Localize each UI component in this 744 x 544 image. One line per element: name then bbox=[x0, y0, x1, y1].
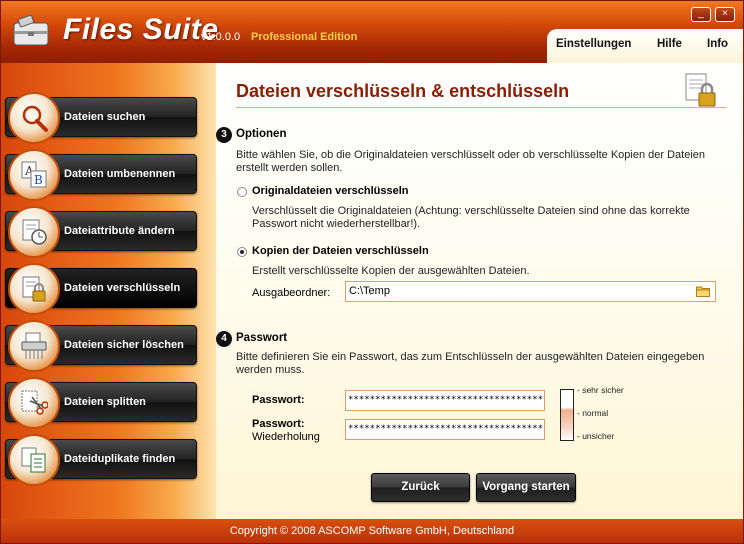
sidebar-item-dateien-verschluesseln[interactable]: Dateien verschlüsseln bbox=[5, 263, 197, 315]
status-footer: Copyright © 2008 ASCOMP Software GmbH, D… bbox=[1, 519, 743, 543]
sidebar-item-dateiduplikate-finden[interactable]: Dateiduplikate finden bbox=[5, 434, 197, 486]
password-repeat-label: Passwort: bbox=[252, 418, 305, 430]
step-number-badge: 3 bbox=[216, 127, 232, 143]
scissors-document-icon bbox=[8, 377, 60, 429]
copyright-text: Copyright © 2008 ASCOMP Software GmbH, D… bbox=[229, 525, 515, 537]
main-panel: Dateien verschlüsseln & entschlüsseln 3 … bbox=[216, 63, 743, 519]
strength-label-low: - unsicher bbox=[577, 431, 615, 441]
minimize-button[interactable]: _ bbox=[691, 7, 711, 22]
password-description: Bitte definieren Sie ein Passwort, das z… bbox=[236, 351, 705, 376]
radio-kopien-description: Erstellt verschlüsselte Kopien der ausge… bbox=[252, 265, 530, 277]
sidebar-item-label: Dateien sicher löschen bbox=[64, 339, 184, 351]
app-edition: Professional Edition bbox=[251, 31, 358, 43]
page-title: Dateien verschlüsseln & entschlüsseln bbox=[236, 81, 570, 101]
radio-originaldateien[interactable] bbox=[237, 187, 247, 197]
duplicate-documents-icon bbox=[8, 434, 60, 486]
sidebar-item-label: Dateiduplikate finden bbox=[64, 453, 176, 465]
password-label: Passwort: bbox=[252, 394, 305, 406]
start-button[interactable]: Vorgang starten bbox=[476, 473, 576, 502]
options-title: Optionen bbox=[236, 128, 287, 140]
radio-kopien-label[interactable]: Kopien der Dateien verschlüsseln bbox=[252, 245, 429, 257]
step-number-badge: 4 bbox=[216, 331, 232, 347]
menu-item-einstellungen[interactable]: Einstellungen bbox=[556, 38, 631, 50]
strength-label-mid: - normal bbox=[577, 408, 609, 418]
rename-ab-icon: AB bbox=[8, 149, 60, 201]
menu-bar: Einstellungen Hilfe Info bbox=[547, 29, 743, 63]
sidebar-item-dateien-suchen[interactable]: Dateien suchen bbox=[5, 92, 197, 144]
sidebar-item-dateiattribute-aendern[interactable]: Dateiattribute ändern bbox=[5, 206, 197, 258]
sidebar-item-label: Dateien umbenennen bbox=[64, 168, 176, 180]
file-attribute-icon bbox=[8, 206, 60, 258]
radio-originaldateien-label[interactable]: Originaldateien verschlüsseln bbox=[252, 185, 409, 197]
application-window: Files Suite v1.0.0.0 Professional Editio… bbox=[0, 0, 744, 544]
sidebar-item-label: Dateien splitten bbox=[64, 396, 146, 408]
password-title: Passwort bbox=[236, 332, 288, 344]
sidebar-item-label: Dateien suchen bbox=[64, 111, 146, 123]
password-repeat-input[interactable]: ****************************************… bbox=[345, 419, 545, 440]
strength-label-high: - sehr sicher bbox=[577, 385, 624, 395]
password-repeat-sublabel: Wiederholung bbox=[252, 431, 320, 443]
output-folder-input[interactable]: C:\Temp bbox=[345, 281, 716, 302]
radio-kopien[interactable] bbox=[237, 247, 247, 257]
password-strength-bar bbox=[560, 389, 574, 441]
radio-originaldateien-description: Verschlüsselt die Originaldateien (Achtu… bbox=[252, 205, 690, 230]
sidebar-item-dateien-sicher-loeschen[interactable]: Dateien sicher löschen bbox=[5, 320, 197, 372]
folder-browse-icon[interactable] bbox=[696, 285, 710, 297]
back-button[interactable]: Zurück bbox=[371, 473, 470, 502]
svg-text:B: B bbox=[34, 173, 43, 187]
password-input[interactable]: ****************************************… bbox=[345, 390, 545, 411]
app-title: Files Suite bbox=[63, 13, 219, 46]
sidebar: Dateien suchen AB Dateien umbenennen Dat… bbox=[1, 63, 216, 519]
sidebar-item-label: Dateiattribute ändern bbox=[64, 225, 175, 237]
encrypt-document-lock-icon bbox=[685, 73, 716, 107]
menu-item-hilfe[interactable]: Hilfe bbox=[657, 38, 682, 50]
close-button[interactable]: × bbox=[715, 7, 735, 22]
sidebar-item-dateien-umbenennen[interactable]: AB Dateien umbenennen bbox=[5, 149, 197, 201]
options-description: Bitte wählen Sie, ob die Originaldateien… bbox=[236, 149, 705, 174]
menu-item-info[interactable]: Info bbox=[707, 38, 728, 50]
title-divider bbox=[236, 107, 726, 108]
app-logo-icon bbox=[13, 14, 49, 46]
magnifier-icon bbox=[8, 92, 60, 144]
output-folder-label: Ausgabeordner: bbox=[252, 287, 331, 299]
lock-document-icon bbox=[8, 263, 60, 315]
app-version: v1.0.0.0 bbox=[201, 31, 241, 43]
sidebar-item-dateien-splitten[interactable]: Dateien splitten bbox=[5, 377, 197, 429]
sidebar-item-label: Dateien verschlüsseln bbox=[64, 282, 181, 294]
output-folder-value: C:\Temp bbox=[349, 285, 390, 297]
shredder-icon bbox=[8, 320, 60, 372]
